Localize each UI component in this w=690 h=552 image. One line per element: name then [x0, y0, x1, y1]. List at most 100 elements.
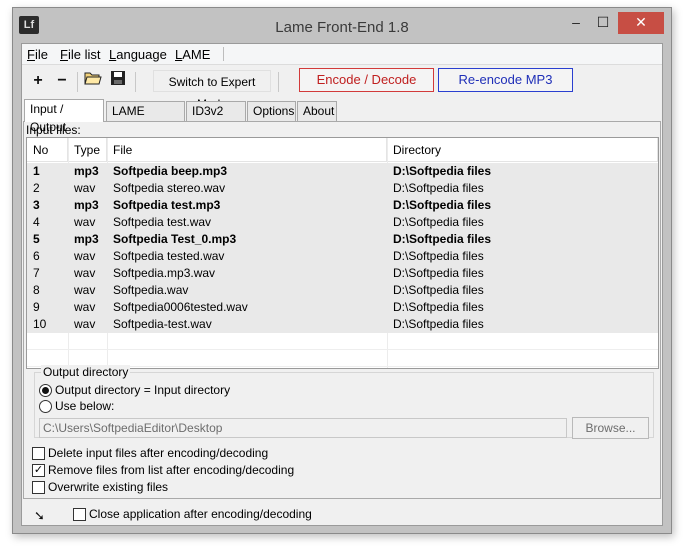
- cell-no: 7: [33, 266, 40, 280]
- maximize-button[interactable]: ☐: [590, 12, 616, 34]
- table-row[interactable]: 8 wav Softpedia.wav D:\Softpedia files: [27, 282, 658, 299]
- cell-no: 5: [33, 232, 40, 246]
- cell-file: Softpedia test.mp3: [113, 198, 221, 212]
- cell-file: Softpedia Test_0.mp3: [113, 232, 237, 246]
- cell-type: wav: [74, 215, 96, 229]
- table-row[interactable]: 4 wav Softpedia test.wav D:\Softpedia files: [27, 214, 658, 231]
- menu-file-list[interactable]: File list: [60, 47, 100, 62]
- reencode-mp3-button[interactable]: Re-encode MP3: [438, 68, 573, 92]
- cell-dir: D:\Softpedia files: [393, 181, 484, 195]
- cell-dir: D:\Softpedia files: [393, 300, 484, 314]
- cell-no: 10: [33, 317, 47, 331]
- tab-input-output[interactable]: Input / Output: [24, 99, 104, 134]
- table-row[interactable]: 7 wav Softpedia.mp3.wav D:\Softpedia files: [27, 265, 658, 282]
- checkbox-label: Close application after encoding/decodin…: [89, 507, 312, 521]
- menu-language[interactable]: Language: [109, 47, 167, 62]
- floppy-disk-icon[interactable]: [107, 70, 129, 92]
- cell-type: mp3: [74, 198, 99, 212]
- table-row[interactable]: 5 mp3 Softpedia Test_0.mp3 D:\Softpedia fil…: [27, 231, 658, 248]
- cell-type: mp3: [74, 164, 99, 178]
- cell-no: 8: [33, 283, 40, 297]
- cell-type: wav: [74, 249, 96, 263]
- browse-button[interactable]: Browse...: [572, 417, 649, 439]
- radio-label: Output directory = Input directory: [55, 383, 231, 397]
- radio-indicator[interactable]: [39, 383, 52, 397]
- cell-file: Softpedia.mp3.wav: [113, 266, 216, 280]
- cell-dir: D:\Softpedia files: [393, 283, 484, 297]
- remove-from-list-option[interactable]: ✓ Remove files from list after encoding/…: [32, 463, 294, 477]
- close-button[interactable]: ✕: [618, 12, 664, 34]
- table-row[interactable]: 1 mp3 Softpedia beep.mp3 D:\Softpedia files: [27, 163, 658, 180]
- encode-decode-button[interactable]: Encode / Decode: [299, 68, 434, 92]
- tab-id3v2-tag[interactable]: ID3v2 Tag: [186, 101, 246, 136]
- cell-file: Softpedia test.wav: [113, 215, 212, 229]
- arrow-down-right-icon: ➘: [34, 508, 45, 523]
- column-header-type[interactable]: Type: [68, 138, 107, 162]
- cell-no: 3: [33, 198, 40, 212]
- tab-lame-settings[interactable]: LAME Settings: [106, 101, 185, 136]
- cell-file: Softpedia stereo.wav: [113, 181, 226, 195]
- table-row[interactable]: 10 wav Softpedia-test.wav D:\Softpedia file…: [27, 316, 658, 333]
- toolbar-separator: [278, 72, 279, 92]
- radio-indicator[interactable]: [39, 399, 52, 413]
- tab-strip: Input / Output LAME Settings ID3v2 Tag O…: [24, 99, 660, 136]
- main-client-area: File File list Language LAME + − Switch …: [21, 43, 663, 526]
- tab-options[interactable]: Options: [247, 101, 296, 121]
- cell-dir: D:\Softpedia files: [393, 215, 484, 229]
- list-rows: 1 mp3 Softpedia beep.mp3 D:\Softpedia files…: [27, 163, 658, 367]
- cell-no: 2: [33, 181, 40, 195]
- menu-bar: File File list Language LAME: [22, 44, 662, 65]
- list-header: No Type File Directory: [27, 138, 658, 162]
- menu-file[interactable]: File: [27, 47, 48, 62]
- cell-no: 9: [33, 300, 40, 314]
- cell-dir: D:\Softpedia files: [393, 164, 492, 178]
- cell-type: wav: [74, 283, 96, 297]
- cell-type: wav: [74, 300, 96, 314]
- cell-type: wav: [74, 181, 96, 195]
- table-row[interactable]: 3 mp3 Softpedia test.mp3 D:\Softpedia files: [27, 197, 658, 214]
- checkbox[interactable]: [73, 507, 86, 521]
- output-directory-group: Output directory Output directory = Inpu…: [34, 365, 654, 439]
- delete-input-option[interactable]: Delete input files after encoding/decodi…: [32, 446, 268, 460]
- close-after-encoding-option[interactable]: Close application after encoding/decodin…: [73, 507, 312, 521]
- toolbar: + − Switch to Expert Mode Encode / Decod…: [22, 66, 662, 111]
- add-files-icon[interactable]: +: [27, 70, 49, 92]
- checkbox-label: Overwrite existing files: [48, 480, 169, 494]
- checkbox[interactable]: [32, 480, 45, 494]
- cell-type: wav: [74, 317, 96, 331]
- tab-about[interactable]: About: [297, 101, 337, 121]
- table-row[interactable]: 9 wav Softpedia0006tested.wav D:\Softpedia …: [27, 299, 658, 316]
- switch-expert-mode-button[interactable]: Switch to Expert Mode: [153, 70, 271, 111]
- cell-dir: D:\Softpedia files: [393, 198, 492, 212]
- cell-dir: D:\Softpedia files: [393, 317, 484, 331]
- menu-lame[interactable]: LAME: [175, 47, 210, 62]
- cell-type: wav: [74, 266, 96, 280]
- overwrite-option[interactable]: Overwrite existing files: [32, 480, 168, 494]
- radio-same-as-input[interactable]: Output directory = Input directory: [39, 383, 230, 397]
- toolbar-separator: [135, 72, 136, 92]
- radio-use-below[interactable]: Use below:: [39, 399, 114, 413]
- cell-file: Softpedia beep.mp3: [113, 164, 228, 178]
- checkbox[interactable]: ✓: [32, 463, 45, 477]
- minimize-button[interactable]: –: [563, 12, 589, 34]
- table-row[interactable]: 2 wav Softpedia stereo.wav D:\Softpedia fil…: [27, 180, 658, 197]
- toolbar-separator: [77, 72, 78, 92]
- cell-file: Softpedia-test.wav: [113, 317, 212, 331]
- table-row[interactable]: 6 wav Softpedia tested.wav D:\Softpedia fil…: [27, 248, 658, 265]
- cell-file: Softpedia0006tested.wav: [113, 300, 248, 314]
- bottom-bar: ➘ Close application after encoding/decod…: [22, 504, 662, 526]
- input-files-list[interactable]: No Type File Directory 1 mp3 Softpedia bee…: [26, 137, 659, 369]
- checkbox[interactable]: [32, 446, 45, 460]
- cell-dir: D:\Softpedia files: [393, 266, 484, 280]
- empty-row: [27, 333, 658, 350]
- column-header-directory[interactable]: Directory: [387, 138, 658, 162]
- title-bar[interactable]: Lf Lame Front-End 1.8 – ☐ ✕: [13, 8, 671, 44]
- cell-file: Softpedia.wav: [113, 283, 189, 297]
- remove-files-icon[interactable]: −: [51, 70, 73, 92]
- column-header-file[interactable]: File: [107, 138, 387, 162]
- column-header-no[interactable]: No: [27, 138, 68, 162]
- folder-open-icon[interactable]: [82, 70, 104, 92]
- checkbox-label: Delete input files after encoding/decodi…: [48, 446, 269, 460]
- output-path-field[interactable]: C:\Users\SoftpediaEditor\Desktop: [39, 418, 567, 438]
- app-window: Lf Lame Front-End 1.8 – ☐ ✕ File File li…: [12, 7, 672, 534]
